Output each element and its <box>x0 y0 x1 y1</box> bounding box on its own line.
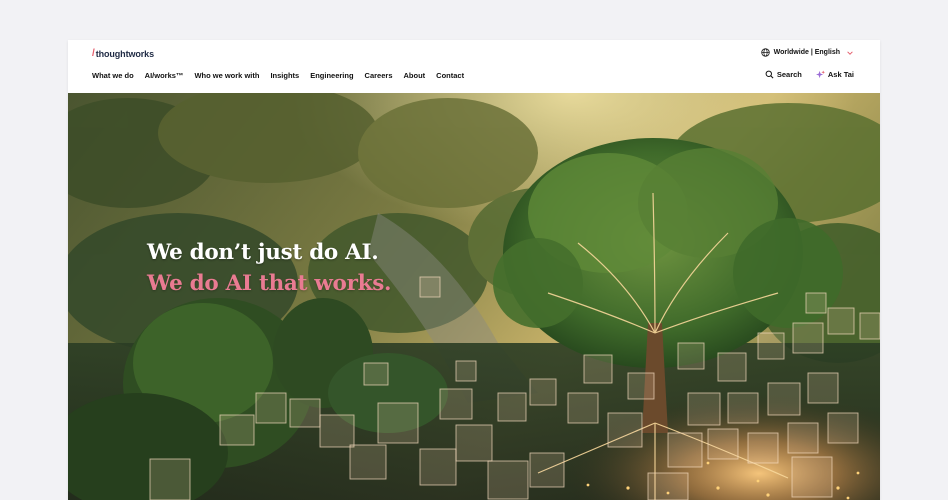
chevron-down-icon <box>847 50 853 55</box>
hero-headline-line2: We do AI that works. <box>147 271 392 296</box>
nav-item-careers[interactable]: Careers <box>365 71 393 80</box>
globe-icon <box>760 48 770 57</box>
nav-item-insights[interactable]: Insights <box>270 71 299 80</box>
thoughtworks-logo[interactable]: / thoughtworks <box>92 48 154 59</box>
site-header: / thoughtworks Worldwide | English What … <box>68 40 880 93</box>
locale-label: Worldwide | English <box>773 49 840 56</box>
nav-item-engineering[interactable]: Engineering <box>310 71 353 80</box>
nav-item-what-we-do[interactable]: What we do <box>92 71 134 80</box>
nav-item-ai-works[interactable]: AI/works™ <box>145 71 184 80</box>
nav-item-who-we-work-with[interactable]: Who we work with <box>194 71 259 80</box>
sparkle-icon <box>815 70 825 79</box>
logo-text: thoughtworks <box>95 48 154 59</box>
hero-headline-line1: We don’t just do AI. <box>147 240 379 265</box>
logo-slash: / <box>92 48 95 59</box>
nav-item-about[interactable]: About <box>404 71 426 80</box>
nav-item-contact[interactable]: Contact <box>436 71 464 80</box>
browser-page: / thoughtworks Worldwide | English What … <box>68 40 880 500</box>
hero-headline: We don’t just do AI. We do AI that works… <box>147 237 392 299</box>
header-tools: Search Ask Tai <box>751 70 854 79</box>
hero-banner: We don’t just do AI. We do AI that works… <box>68 93 880 500</box>
search-button[interactable]: Search <box>765 70 802 79</box>
search-icon <box>765 70 774 79</box>
search-label: Search <box>776 70 802 79</box>
locale-selector[interactable]: Worldwide | English <box>760 48 854 57</box>
ask-tai-label: Ask Tai <box>827 70 854 79</box>
main-nav: What we do AI/works™ Who we work with In… <box>92 71 475 80</box>
ask-tai-button[interactable]: Ask Tai <box>815 70 854 79</box>
